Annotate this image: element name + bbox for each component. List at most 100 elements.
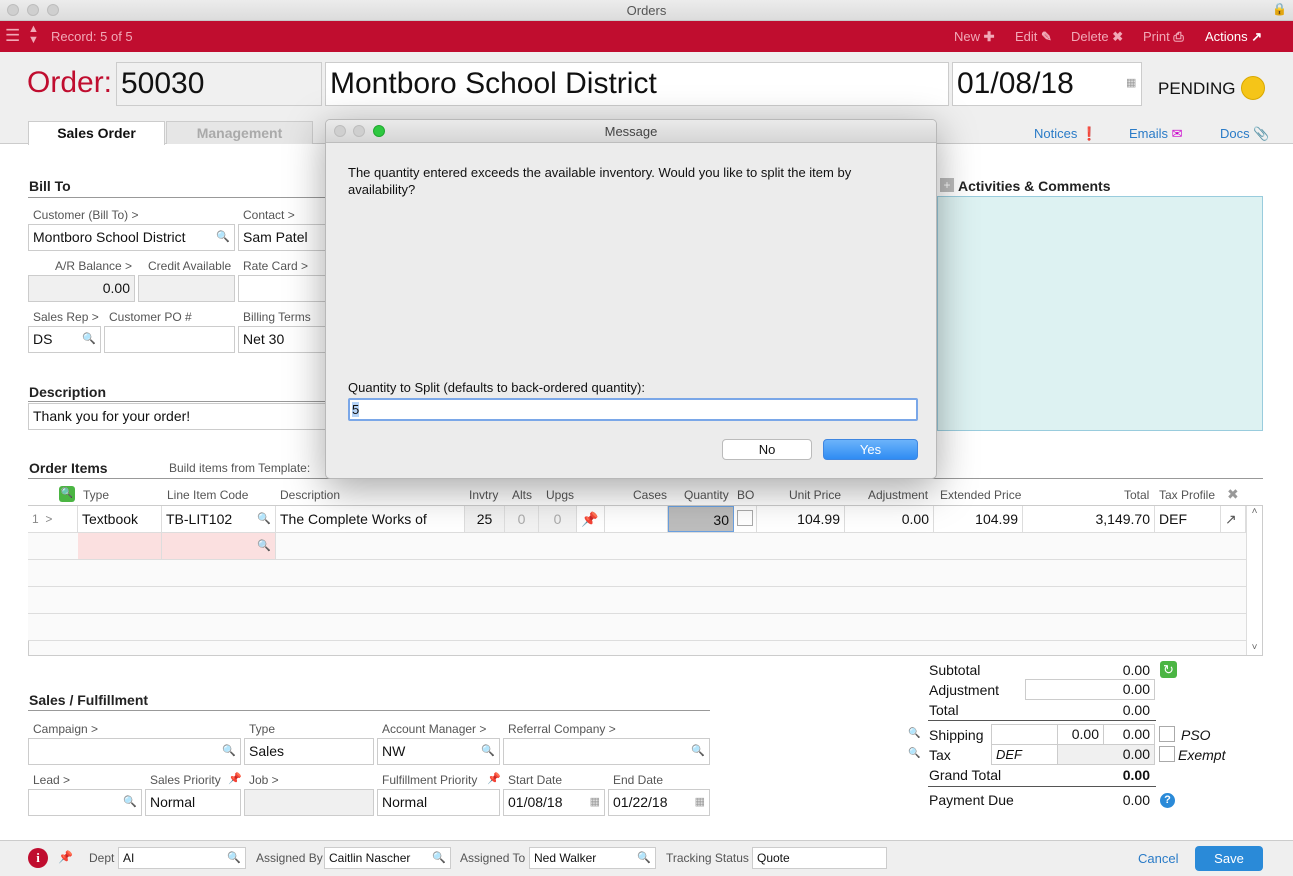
quantity-cell[interactable]: 30 [668, 506, 734, 532]
minimize-window-button[interactable] [27, 4, 39, 16]
calendar-icon[interactable]: ▦ [695, 790, 705, 815]
end-date-field[interactable]: 01/22/18 ▦ [608, 789, 710, 816]
type-field[interactable]: Sales [244, 738, 374, 765]
customer-field[interactable]: Montboro School District 🔍 [28, 224, 235, 251]
contact-label[interactable]: Contact > [243, 208, 295, 222]
search-icon[interactable]: 🔍 [637, 848, 651, 868]
actions-button[interactable]: Actions ↗ [1205, 29, 1262, 45]
alts-cell[interactable]: 0 [505, 506, 539, 532]
calendar-icon[interactable]: ▦ [1126, 76, 1136, 89]
cases-cell[interactable] [605, 506, 668, 532]
tax-profile-field[interactable]: DEF [991, 744, 1058, 765]
adjustment-field[interactable]: 0.00 [1025, 679, 1155, 700]
lead-label[interactable]: Lead > [33, 773, 70, 787]
print-button[interactable]: Print ⎙ [1143, 29, 1184, 45]
pin-icon[interactable]: 📌 [228, 772, 242, 785]
help-icon[interactable]: ? [1160, 793, 1175, 808]
emails-link[interactable]: Emails ✉ [1129, 126, 1183, 142]
description-cell[interactable]: The Complete Works of [276, 506, 465, 532]
search-icon[interactable]: 🔍 [82, 327, 96, 352]
grid-scrollbar[interactable]: ˄ ˅ [1246, 506, 1262, 655]
record-navigator-icon[interactable]: ▲ ▼ [28, 24, 39, 46]
rate-card-label[interactable]: Rate Card > [243, 259, 308, 273]
code-cell[interactable]: TB-LIT102 🔍 [162, 506, 276, 532]
search-icon[interactable]: 🔍 [481, 739, 495, 764]
job-label[interactable]: Job > [249, 773, 279, 787]
item-search-icon[interactable]: 🔍 [59, 486, 75, 502]
cancel-button[interactable]: Cancel [1138, 851, 1178, 866]
tax-search-icon[interactable]: 🔍 [908, 748, 920, 759]
docs-link[interactable]: Docs 📎 [1220, 126, 1269, 142]
info-icon[interactable]: i [28, 848, 48, 868]
table-row-empty[interactable]: 🔍 [28, 533, 1246, 560]
billing-terms-field[interactable]: Net 30 [238, 326, 328, 353]
search-icon[interactable]: 🔍 [432, 848, 446, 868]
campaign-label[interactable]: Campaign > [33, 722, 98, 736]
notices-link[interactable]: Notices ❗ [1034, 126, 1097, 142]
ar-balance-label[interactable]: A/R Balance > [55, 259, 132, 273]
activities-panel[interactable] [937, 196, 1263, 431]
shipping-charge-field[interactable]: 0.00 [1103, 724, 1155, 745]
adjustment-cell[interactable]: 0.00 [845, 506, 934, 532]
dialog-minimize-button[interactable] [353, 125, 365, 137]
edit-button[interactable]: Edit ✎ [1015, 29, 1052, 45]
customer-label[interactable]: Customer (Bill To) > [33, 208, 138, 222]
referral-label[interactable]: Referral Company > [508, 722, 616, 736]
tab-management[interactable]: Management [166, 121, 313, 144]
account-manager-field[interactable]: NW 🔍 [377, 738, 500, 765]
close-window-button[interactable] [7, 4, 19, 16]
assigned-by-field[interactable]: Caitlin Nascher 🔍 [324, 847, 451, 869]
save-button[interactable]: Save [1195, 846, 1263, 871]
customer-name-field[interactable]: Montboro School District [325, 62, 949, 106]
yes-button[interactable]: Yes [823, 439, 918, 460]
shipping-cost-field[interactable]: 0.00 [1057, 724, 1104, 745]
tracking-status-field[interactable]: Quote [752, 847, 887, 869]
sales-rep-label[interactable]: Sales Rep > [33, 310, 99, 324]
dialog-close-button[interactable] [334, 125, 346, 137]
pin-icon[interactable]: 📌 [487, 772, 501, 785]
upgs-cell[interactable]: 0 [539, 506, 577, 532]
dept-field[interactable]: AI 🔍 [118, 847, 246, 869]
referral-field[interactable]: 🔍 [503, 738, 710, 765]
lead-field[interactable]: 🔍 [28, 789, 142, 816]
pin-icon[interactable]: 📌 [58, 850, 73, 864]
order-date-field[interactable]: 01/08/18 [952, 62, 1142, 106]
sales-rep-field[interactable]: DS 🔍 [28, 326, 101, 353]
assigned-to-field[interactable]: Ned Walker 🔍 [529, 847, 656, 869]
delete-button[interactable]: Delete ✖ [1071, 29, 1123, 45]
remove-column-icon[interactable]: ✖ [1227, 486, 1239, 503]
open-item-icon[interactable]: ↗ [1221, 506, 1246, 532]
add-activity-icon[interactable]: + [940, 178, 954, 192]
search-icon[interactable]: 🔍 [257, 533, 271, 559]
refresh-icon[interactable]: ↻ [1160, 661, 1177, 678]
pin-icon[interactable]: 📌 [577, 506, 605, 532]
shipping-search-icon[interactable]: 🔍 [908, 728, 920, 739]
pso-checkbox[interactable] [1159, 726, 1175, 742]
search-icon[interactable]: 🔍 [257, 506, 271, 532]
tab-sales-order[interactable]: Sales Order [28, 121, 165, 145]
sales-priority-field[interactable]: Normal [145, 789, 241, 816]
search-icon[interactable]: 🔍 [222, 739, 236, 764]
type-cell[interactable]: Textbook [78, 506, 162, 532]
search-icon[interactable]: 🔍 [123, 790, 137, 815]
tax-profile-cell[interactable]: DEF [1155, 506, 1221, 532]
quantity-split-input[interactable]: 5 [348, 398, 918, 421]
campaign-field[interactable]: 🔍 [28, 738, 241, 765]
description-field[interactable]: Thank you for your order! [28, 403, 328, 430]
job-field[interactable] [244, 789, 374, 816]
contact-field[interactable]: Sam Patel [238, 224, 328, 251]
fulfillment-priority-field[interactable]: Normal [377, 789, 500, 816]
no-button[interactable]: No [722, 439, 812, 460]
zoom-window-button[interactable] [47, 4, 59, 16]
exempt-checkbox[interactable] [1159, 746, 1175, 762]
shipping-method-field[interactable] [991, 724, 1058, 745]
start-date-field[interactable]: 01/08/18 ▦ [503, 789, 605, 816]
unit-price-cell[interactable]: 104.99 [756, 506, 845, 532]
menu-icon[interactable]: ☰ [5, 26, 20, 46]
table-row[interactable]: 1 > Textbook TB-LIT102 🔍 The Complete Wor… [28, 506, 1246, 533]
new-button[interactable]: New ✚ [954, 29, 995, 45]
account-manager-label[interactable]: Account Manager > [382, 722, 486, 736]
bo-checkbox[interactable] [737, 510, 753, 526]
order-number-field[interactable]: 50030 [116, 62, 322, 106]
search-icon[interactable]: 🔍 [691, 739, 705, 764]
